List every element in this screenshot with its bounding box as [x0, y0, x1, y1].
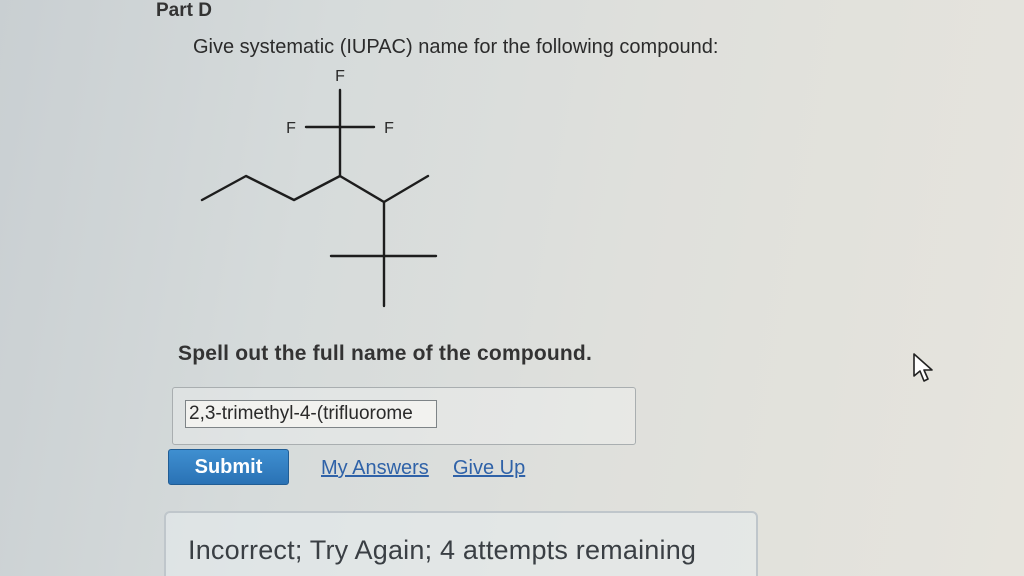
main-chain-bond [200, 174, 430, 204]
answer-input[interactable] [185, 400, 437, 428]
give-up-link[interactable]: Give Up [453, 457, 525, 480]
answer-container [172, 387, 636, 445]
feedback-panel: Incorrect; Try Again; 4 attempts remaini… [164, 511, 758, 576]
instruction-text: Spell out the full name of the compound. [178, 342, 592, 365]
assignment-screen: Part D Give systematic (IUPAC) name for … [0, 0, 1024, 576]
part-title: Part D [156, 0, 212, 21]
molecule-structure: F F F [200, 68, 438, 308]
submit-button[interactable]: Submit [168, 449, 289, 485]
fluorine-right-label: F [384, 120, 394, 137]
question-text: Give systematic (IUPAC) name for the fol… [193, 36, 719, 58]
mouse-pointer-icon [913, 353, 933, 382]
my-answers-link[interactable]: My Answers [321, 457, 429, 480]
fluorine-top-label: F [335, 68, 345, 85]
feedback-message: Incorrect; Try Again; 4 attempts remaini… [188, 535, 697, 565]
fluorine-left-label: F [286, 120, 296, 137]
